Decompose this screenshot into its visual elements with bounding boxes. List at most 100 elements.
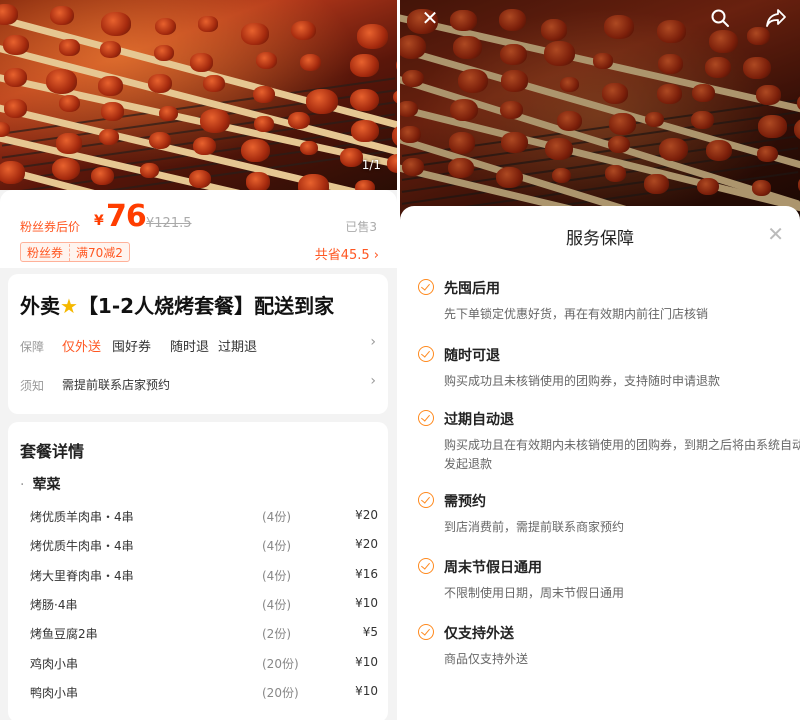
service-guarantee-screen: ✕ 服务保障 ✕ 先囤后用 先下单锁定优惠好货，再在有效期内前往门店核销 随时可… <box>400 0 800 720</box>
meat-chunk <box>203 75 225 93</box>
meat-chunk <box>3 99 28 119</box>
meat-chunk <box>391 124 397 149</box>
meat-chunk <box>52 157 81 181</box>
deal-info-card: 外卖★【1-2人烧烤套餐】配送到家 保障 仅外送 囤好券 随时退 过期退 › 须… <box>8 274 388 414</box>
meat-chunk <box>0 161 26 184</box>
meat-chunk <box>3 34 30 56</box>
search-icon[interactable] <box>706 4 734 32</box>
item-price: ¥16 <box>355 567 378 581</box>
meat-chunk <box>387 153 397 173</box>
check-circle-icon <box>418 492 434 508</box>
guarantee-stock-up: 囤好券 <box>112 340 152 355</box>
service-desc: 购买成功且未核销使用的团购券，支持随时申请退款 <box>444 374 721 388</box>
package-item: 烤鱼豆腐2串 (2份) ¥5 <box>30 625 378 645</box>
deal-title-prefix: 外卖 <box>20 294 60 318</box>
item-qty: (4份) <box>262 539 291 553</box>
item-qty: (20份) <box>262 657 299 671</box>
meat-chunk <box>253 115 274 132</box>
package-item: 烤优质牛肉串・4串 (4份) ¥20 <box>30 537 378 557</box>
check-circle-icon <box>418 346 434 362</box>
meat-chunk <box>291 20 317 41</box>
meat-chunk <box>46 69 78 95</box>
meat-chunk <box>245 172 270 190</box>
item-qty: (4份) <box>262 598 291 612</box>
coupon-type: 粉丝券 <box>21 243 71 261</box>
meat-chunk <box>240 138 270 162</box>
meat-chunk <box>154 44 175 61</box>
meat-chunk <box>299 54 322 72</box>
item-name: 烤大里脊肉串・4串 <box>30 569 134 583</box>
coupon-tag[interactable]: 粉丝券 满70减2 <box>20 242 130 262</box>
meat-chunk <box>58 95 81 113</box>
meat-chunk <box>148 131 171 150</box>
guarantee-label: 保障 <box>20 340 45 354</box>
notice-text: 需提前联系店家预约 <box>62 378 171 392</box>
meat-chunk <box>396 56 397 74</box>
meat-chunk <box>100 102 124 121</box>
package-group-meat: 荤菜 <box>20 474 60 494</box>
meat-chunk <box>154 17 177 36</box>
package-item: 鸡肉小串 (20份) ¥10 <box>30 655 378 675</box>
item-price: ¥20 <box>355 508 378 522</box>
service-desc: 不限制使用日期，周末节假日通用 <box>444 586 625 600</box>
item-price: ¥10 <box>355 655 378 669</box>
meat-chunk <box>253 85 276 103</box>
meat-chunk <box>158 105 178 121</box>
service-title: 先囤后用 <box>444 281 500 297</box>
item-price: ¥20 <box>355 537 378 551</box>
package-details-card: 套餐详情 荤菜 烤优质羊肉串・4串 (4份) ¥20 烤优质牛肉串・4串 (4份… <box>8 422 388 720</box>
service-desc: 购买成功且在有效期内未核销使用的团购券，到期之后将由系统自动发起退款 <box>444 438 800 471</box>
service-desc: 商品仅支持外送 <box>444 652 529 666</box>
guarantee-delivery-only: 仅外送 <box>62 340 102 355</box>
currency-symbol: ¥ <box>94 213 104 229</box>
guarantee-refund-anytime: 随时退 <box>170 340 210 355</box>
meat-chunk <box>0 122 11 138</box>
close-icon[interactable]: ✕ <box>767 222 784 246</box>
star-icon: ★ <box>60 294 78 318</box>
service-desc: 到店消费前，需提前联系商家预约 <box>444 520 625 534</box>
meat-chunk <box>241 22 269 45</box>
meat-chunk <box>147 73 172 94</box>
total-savings-link[interactable]: 共省45.5 › <box>315 244 379 263</box>
item-qty: (4份) <box>262 510 291 524</box>
deal-title: 外卖★【1-2人烧烤套餐】配送到家 <box>20 290 334 319</box>
image-page-counter: 1/1 <box>361 158 381 172</box>
meat-chunk <box>189 170 212 188</box>
bbq-skewers-photo[interactable] <box>0 0 397 190</box>
item-qty: (2份) <box>262 627 291 641</box>
coupon-rule: 满70减2 <box>76 245 123 260</box>
price-label: 粉丝券后价 <box>20 220 81 234</box>
item-qty: (4份) <box>262 569 291 583</box>
check-circle-icon <box>418 624 434 640</box>
share-icon[interactable] <box>762 4 790 32</box>
service-title: 周末节假日通用 <box>444 560 542 576</box>
meat-chunk <box>339 147 364 167</box>
package-item: 烤肠·4串 (4份) ¥10 <box>30 596 378 616</box>
meat-chunk <box>350 54 380 78</box>
meat-chunk <box>198 16 218 32</box>
service-title: 过期自动退 <box>444 412 514 428</box>
meat-chunk <box>49 5 74 26</box>
chevron-right-icon: › <box>370 373 376 389</box>
chevron-right-icon: › <box>370 334 376 350</box>
meat-chunk <box>300 140 319 156</box>
item-name: 鸭肉小串 <box>30 686 79 700</box>
deal-price: 76 <box>106 199 147 234</box>
service-desc: 先下单锁定优惠好货，再在有效期内前往门店核销 <box>444 307 709 321</box>
package-item: 烤优质羊肉串・4串 (4份) ¥20 <box>30 508 378 528</box>
item-name: 烤优质牛肉串・4串 <box>30 539 134 553</box>
service-title: 仅支持外送 <box>444 626 514 642</box>
meat-chunk <box>288 111 310 129</box>
original-price: ¥121.5 <box>146 216 192 231</box>
meat-chunk <box>351 119 380 142</box>
meat-chunk <box>350 88 379 112</box>
meat-chunk <box>90 166 114 186</box>
meat-chunk <box>255 51 278 69</box>
item-price: ¥10 <box>355 596 378 610</box>
service-title: 随时可退 <box>444 348 500 364</box>
item-name: 烤肠·4串 <box>30 598 78 612</box>
close-icon[interactable]: ✕ <box>416 4 444 32</box>
notice-label: 须知 <box>20 379 45 393</box>
check-circle-icon <box>418 558 434 574</box>
meat-chunk <box>140 162 160 179</box>
